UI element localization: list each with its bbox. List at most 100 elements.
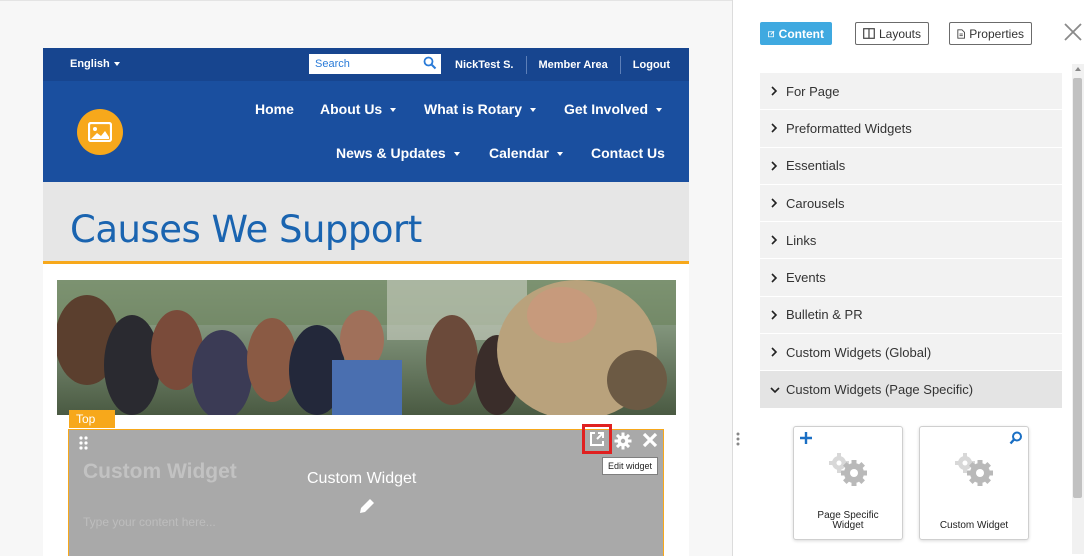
user-link[interactable]: NickTest S. <box>443 59 526 71</box>
pencil-icon[interactable] <box>358 497 376 520</box>
search-icon[interactable] <box>423 56 437 73</box>
document-icon <box>957 28 965 39</box>
chevron-right-icon <box>770 123 781 134</box>
member-area-link[interactable]: Member Area <box>527 59 620 71</box>
custom-widget-card[interactable]: Custom Widget <box>919 426 1029 540</box>
plus-icon[interactable] <box>799 431 813 450</box>
page-specific-widget-card[interactable]: Page Specific Widget <box>793 426 903 540</box>
scrollbar-thumb[interactable] <box>1073 78 1082 498</box>
widget-overlay-label: Custom Widget <box>307 470 417 487</box>
language-label: English <box>70 58 110 70</box>
search-placeholder: Search <box>315 58 350 70</box>
caret-down-icon <box>530 108 537 113</box>
nav-what-is-rotary[interactable]: What is Rotary <box>424 101 537 117</box>
category-label: Events <box>786 270 826 286</box>
chevron-down-icon <box>770 386 781 394</box>
gears-icon <box>825 451 873 492</box>
search-icon[interactable] <box>1009 431 1023 450</box>
page-title: Causes We Support <box>70 208 422 251</box>
caret-down-icon <box>453 152 460 157</box>
section-tab-top[interactable]: Top <box>69 410 115 428</box>
category-bulletin-pr[interactable]: Bulletin & PR <box>760 296 1062 335</box>
widget-body-placeholder: Type your content here... <box>83 515 216 529</box>
chevron-right-icon <box>770 273 781 283</box>
custom-widget-block[interactable]: Custom Widget Type your content here... … <box>68 424 664 556</box>
panel-resize-handle-icon[interactable] <box>736 432 740 451</box>
edit-icon <box>768 30 775 37</box>
category-label: Bulletin & PR <box>786 307 863 323</box>
language-selector[interactable]: English <box>70 58 120 70</box>
utility-bar: English Search NickTest S. Member Area L… <box>43 48 689 81</box>
tab-layouts[interactable]: Layouts <box>855 22 929 45</box>
main-navigation: Home About Us What is Rotary Get Involve… <box>43 81 689 182</box>
search-input[interactable]: Search <box>309 54 441 74</box>
category-label: Preformatted Widgets <box>786 120 912 136</box>
category-label: Custom Widgets (Global) <box>786 344 932 360</box>
category-label: Carousels <box>786 195 845 211</box>
caret-down-icon <box>656 108 663 113</box>
drag-handle-icon[interactable] <box>79 436 88 455</box>
page-title-banner: Causes We Support <box>43 182 689 264</box>
category-custom-widgets-global[interactable]: Custom Widgets (Global) <box>760 334 1062 372</box>
chevron-right-icon <box>770 310 781 320</box>
tab-properties[interactable]: Properties <box>949 22 1032 45</box>
tab-content-label: Content <box>778 26 824 41</box>
nav-news[interactable]: News & Updates <box>336 145 460 161</box>
category-custom-widgets-page-specific[interactable]: Custom Widgets (Page Specific) <box>760 371 1062 409</box>
nav-contact[interactable]: Contact Us <box>591 145 665 161</box>
widget-category-list: For Page Preformatted Widgets Essentials… <box>760 73 1062 409</box>
category-for-page[interactable]: For Page <box>760 73 1062 111</box>
chevron-right-icon <box>770 161 781 171</box>
category-essentials[interactable]: Essentials <box>760 147 1062 185</box>
page-preview-area: English Search NickTest S. Member Area L… <box>0 0 732 556</box>
image-icon <box>88 122 112 142</box>
category-events[interactable]: Events <box>760 259 1062 297</box>
tab-layouts-label: Layouts <box>878 26 921 41</box>
category-carousels[interactable]: Carousels <box>760 184 1062 223</box>
category-label: Custom Widgets (Page Specific) <box>786 382 974 398</box>
nav-home[interactable]: Home <box>255 101 294 117</box>
chevron-right-icon <box>770 347 781 357</box>
nav-calendar-label: Calendar <box>489 145 549 161</box>
category-label: Links <box>786 232 817 248</box>
close-icon[interactable] <box>1063 22 1083 47</box>
nav-get-involved[interactable]: Get Involved <box>564 101 663 117</box>
nav-news-label: News & Updates <box>336 145 446 161</box>
nav-rotary-label: What is Rotary <box>424 101 523 117</box>
banner-photo[interactable] <box>57 280 676 415</box>
caret-down-icon <box>113 62 120 67</box>
gear-icon[interactable] <box>614 432 632 455</box>
chevron-right-icon <box>770 235 781 245</box>
edit-widget-tooltip: Edit widget <box>602 457 659 475</box>
banner-photo-image <box>57 280 676 415</box>
tab-properties-label: Properties <box>969 26 1024 41</box>
nav-about-label: About Us <box>320 101 383 117</box>
caret-down-icon <box>556 152 563 157</box>
card-label: Custom Widget <box>939 520 1009 531</box>
nav-about[interactable]: About Us <box>320 101 397 117</box>
panel-scrollbar[interactable] <box>1072 64 1084 554</box>
scroll-up-icon[interactable] <box>1075 67 1081 71</box>
gears-icon <box>951 451 999 492</box>
category-label: For Page <box>786 83 840 99</box>
account-links: NickTest S. Member Area Logout <box>443 48 682 81</box>
edit-widget-button[interactable] <box>582 424 612 454</box>
close-icon[interactable] <box>642 432 658 453</box>
editor-canvas: English Search NickTest S. Member Area L… <box>0 0 1085 556</box>
category-preformatted-widgets[interactable]: Preformatted Widgets <box>760 110 1062 148</box>
card-label: Page Specific Widget <box>798 511 898 531</box>
category-links[interactable]: Links <box>760 222 1062 260</box>
website-preview: English Search NickTest S. Member Area L… <box>43 48 689 556</box>
nav-involved-label: Get Involved <box>564 101 649 117</box>
category-label: Essentials <box>786 158 846 174</box>
chevron-right-icon <box>770 86 781 96</box>
logo-placeholder[interactable] <box>77 109 123 155</box>
logout-link[interactable]: Logout <box>621 59 682 71</box>
nav-calendar[interactable]: Calendar <box>489 145 563 161</box>
caret-down-icon <box>390 108 397 113</box>
content-panel: Content Layouts Properties For Page Pref… <box>732 0 1085 556</box>
tab-content[interactable]: Content <box>760 22 832 45</box>
card-label-line2: Widget <box>832 520 864 531</box>
widget-title: Custom Widget <box>83 460 237 483</box>
chevron-right-icon <box>770 198 781 208</box>
